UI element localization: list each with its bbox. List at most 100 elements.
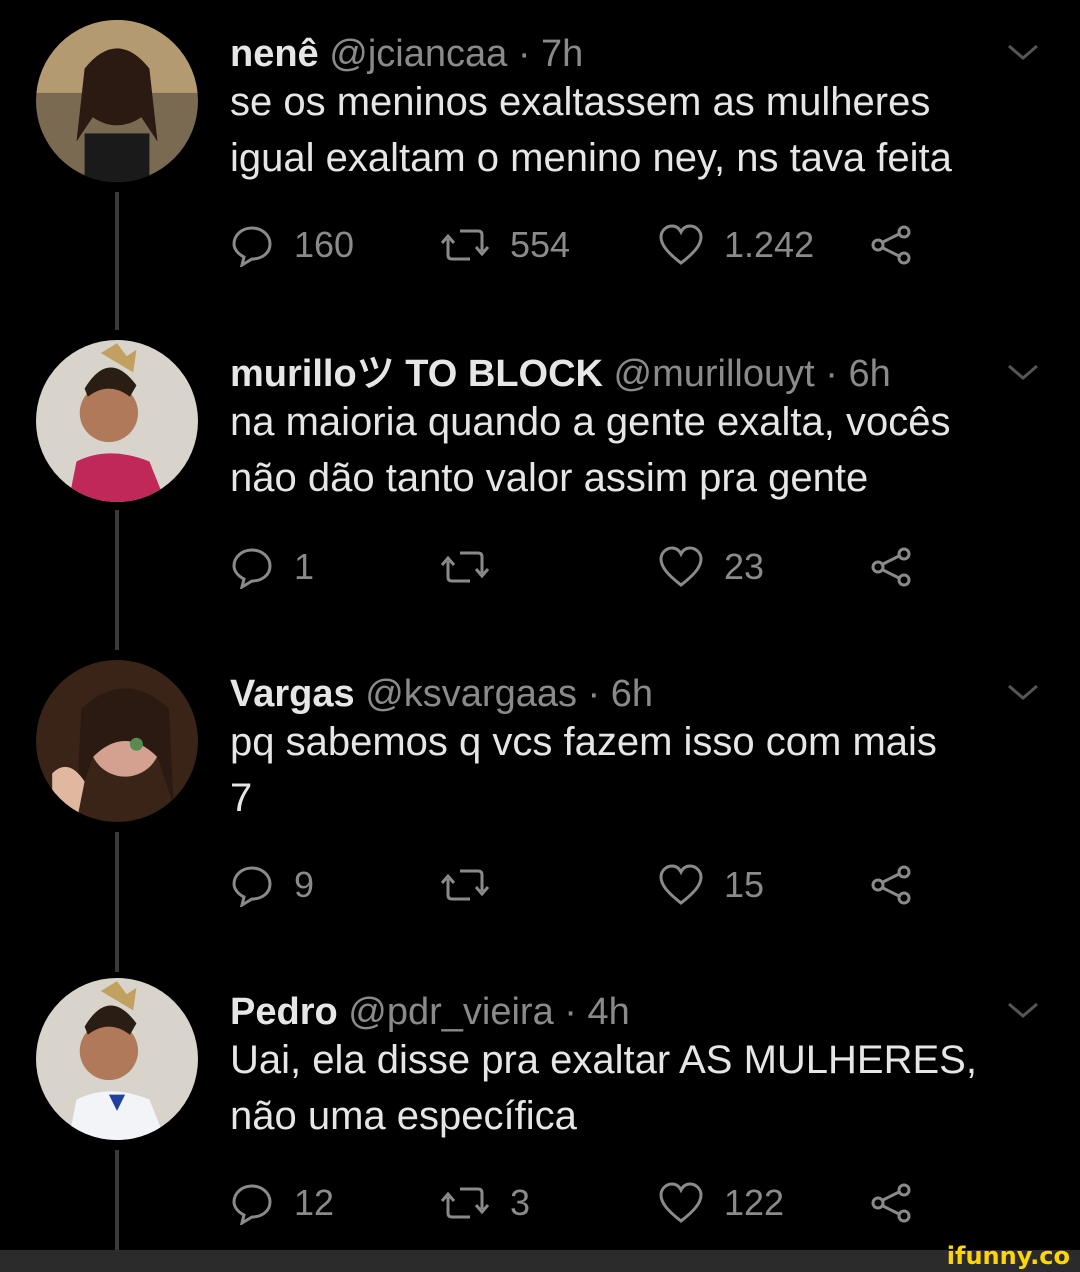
display-name[interactable]: Pedro (230, 991, 338, 1033)
like-icon (659, 864, 703, 905)
retweet-icon (440, 1187, 490, 1219)
tweet-header: Vargas @ksvargaas · 6h (230, 672, 1040, 716)
retweet-button[interactable] (440, 860, 510, 910)
separator: · (587, 673, 601, 715)
like-icon (659, 224, 703, 265)
like-count: 1.242 (724, 224, 815, 265)
avatar-image (36, 340, 198, 502)
tweet-text-line: se os meninos exaltassem as mulheres (230, 80, 931, 124)
like-icon (659, 1182, 703, 1223)
avatar[interactable] (36, 660, 198, 822)
share-icon (871, 225, 911, 265)
handle[interactable]: @murillouyt (614, 353, 815, 395)
timestamp[interactable]: 4h (587, 991, 629, 1033)
retweet-icon (440, 229, 490, 261)
share-button[interactable] (870, 1178, 914, 1228)
like-icon (659, 546, 703, 587)
like-count: 15 (724, 864, 765, 905)
display-name[interactable]: murilloツ TO BLOCK (230, 353, 603, 395)
handle[interactable]: @ksvargaas (365, 673, 577, 715)
share-button[interactable] (870, 220, 914, 270)
retweet-count: 3 (510, 1182, 531, 1223)
tweet-text-line: não uma específica (230, 1094, 577, 1138)
reply-icon (232, 1184, 272, 1225)
separator: · (825, 353, 838, 395)
like-button[interactable]: 1.242 (658, 220, 814, 270)
tweet-text-line: igual exaltam o menino ney, ns tava feit… (230, 136, 952, 180)
thread-line (115, 192, 119, 330)
like-count: 23 (724, 546, 765, 587)
avatar[interactable] (36, 978, 198, 1140)
watermark-bar (0, 1250, 1080, 1272)
tweet-text-line: 7 (230, 776, 253, 820)
reply-icon (232, 226, 272, 267)
retweet-button[interactable]: 554 (440, 220, 570, 270)
tweet-actions: 9 15 (230, 860, 930, 910)
tweet-header: Pedro @pdr_vieira · 4h (230, 990, 1040, 1034)
avatar-image (36, 20, 198, 182)
timestamp[interactable]: 7h (541, 33, 583, 75)
handle[interactable]: @pdr_vieira (348, 991, 553, 1033)
like-count: 122 (724, 1182, 785, 1223)
tweet[interactable]: murilloツ TO BLOCK @murillouyt · 6h na ma… (0, 340, 1080, 650)
tweet[interactable]: nenê @jciancaa · 7h se os meninos exalta… (0, 20, 1080, 330)
thread-line (115, 832, 119, 972)
tweet-text-line: na maioria quando a gente exalta, vocês (230, 400, 951, 444)
tweet-text-line: não dão tanto valor assim pra gente (230, 456, 869, 500)
like-button[interactable]: 122 (658, 1178, 784, 1228)
reply-button[interactable]: 12 (230, 1178, 334, 1228)
chevron-down-icon[interactable] (1006, 360, 1040, 384)
display-name[interactable]: nenê (230, 33, 319, 75)
tweet[interactable]: Vargas @ksvargaas · 6h pq sabemos q vcs … (0, 660, 1080, 980)
retweet-icon (440, 551, 490, 583)
like-button[interactable]: 23 (658, 542, 764, 592)
tweet-header: murilloツ TO BLOCK @murillouyt · 6h (230, 352, 1040, 396)
tweet[interactable]: Pedro @pdr_vieira · 4h Uai, ela disse pr… (0, 978, 1080, 1250)
retweet-icon (440, 869, 490, 901)
reply-count: 160 (294, 224, 355, 265)
retweet-count: 554 (510, 224, 571, 265)
tweet-text: na maioria quando a gente exalta, vocês … (230, 394, 1040, 506)
thread-line (115, 1150, 119, 1250)
share-button[interactable] (870, 542, 914, 592)
ifunny-watermark: ifunny.co (946, 1242, 1070, 1270)
avatar[interactable] (36, 20, 198, 182)
avatar-image (36, 978, 198, 1140)
separator: · (517, 33, 531, 75)
tweet-header: nenê @jciancaa · 7h (230, 32, 1040, 76)
thread-line (115, 510, 119, 650)
chevron-down-icon[interactable] (1006, 998, 1040, 1022)
tweet-text-line: Uai, ela disse pra exaltar AS MULHERES, (230, 1038, 977, 1082)
avatar[interactable] (36, 340, 198, 502)
like-button[interactable]: 15 (658, 860, 764, 910)
tweet-actions: 1 23 (230, 542, 930, 592)
tweet-text: pq sabemos q vcs fazem isso com mais 7 (230, 714, 1040, 826)
tweet-actions: 12 3 122 (230, 1178, 930, 1228)
share-button[interactable] (870, 860, 914, 910)
reply-button[interactable]: 160 (230, 220, 354, 270)
reply-icon (232, 548, 272, 589)
reply-count: 9 (294, 864, 315, 905)
reply-button[interactable]: 9 (230, 860, 314, 910)
handle[interactable]: @jciancaa (329, 33, 507, 75)
timestamp[interactable]: 6h (848, 353, 890, 395)
retweet-button[interactable]: 3 (440, 1178, 530, 1228)
retweet-button[interactable] (440, 542, 510, 592)
reply-count: 1 (294, 546, 315, 587)
tweet-text: se os meninos exaltassem as mulheres igu… (230, 74, 1040, 186)
share-icon (871, 1183, 911, 1223)
reply-count: 12 (294, 1182, 335, 1223)
tweet-actions: 160 554 1.242 (230, 220, 930, 270)
display-name[interactable]: Vargas (230, 673, 355, 715)
tweet-text: Uai, ela disse pra exaltar AS MULHERES, … (230, 1032, 1040, 1144)
share-icon (871, 547, 911, 587)
chevron-down-icon[interactable] (1006, 680, 1040, 704)
separator: · (564, 991, 577, 1033)
timestamp[interactable]: 6h (611, 673, 653, 715)
share-icon (871, 865, 911, 905)
reply-button[interactable]: 1 (230, 542, 314, 592)
tweet-text-line: pq sabemos q vcs fazem isso com mais (230, 720, 937, 764)
reply-icon (232, 866, 272, 907)
chevron-down-icon[interactable] (1006, 40, 1040, 64)
avatar-image (36, 660, 198, 822)
